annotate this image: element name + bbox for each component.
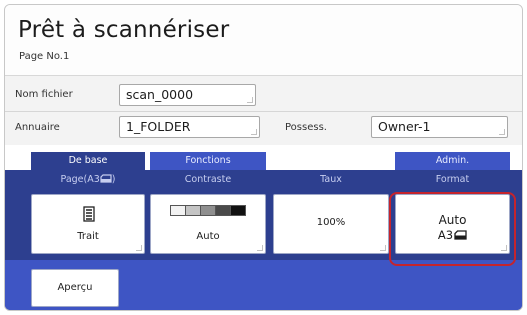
contrast-button[interactable]: Auto (150, 194, 266, 254)
ratio-header: Taux (320, 174, 342, 185)
page-size-text: Page(A3 (60, 174, 100, 185)
scan-info-form: Nom fichier scan_0000 Annuaire 1_FOLDER … (5, 75, 522, 145)
contrast-level-4 (215, 205, 231, 216)
page-title: Prêt à scannériser (18, 17, 230, 43)
image-mode-value: Trait (77, 231, 99, 242)
directory-value: 1_FOLDER (126, 119, 191, 134)
format-highlight-frame (389, 192, 516, 266)
contrast-level-3 (200, 205, 216, 216)
filename-label: Nom fichier (15, 89, 73, 100)
contrast-scale-icon (170, 205, 246, 216)
tab-de-base[interactable]: De base (31, 152, 145, 170)
ratio-button[interactable]: 100% (273, 194, 389, 254)
image-mode-button[interactable]: Trait (31, 194, 145, 254)
tab-bar: De base Fonctions Admin. (5, 145, 522, 170)
format-header: Format (435, 174, 470, 185)
preview-button[interactable]: Aperçu (31, 269, 119, 307)
resize-grip-icon (251, 129, 257, 135)
ratio-value: 100% (316, 217, 346, 228)
resize-grip-icon (499, 129, 505, 135)
contrast-value: Auto (196, 231, 220, 242)
filename-value: scan_0000 (126, 87, 194, 102)
resize-grip-icon (247, 97, 253, 103)
resize-grip-icon (257, 245, 263, 251)
filename-field[interactable]: scan_0000 (119, 84, 256, 106)
contrast-header: Contraste (184, 174, 232, 185)
header: Prêt à scannériser Page No.1 (5, 5, 522, 75)
paper-orientation-icon (100, 174, 112, 183)
owner-value: Owner-1 (378, 119, 431, 134)
directory-label: Annuaire (15, 122, 60, 133)
resize-grip-icon (136, 245, 142, 251)
owner-label: Possess. (285, 122, 327, 133)
tab-fonctions[interactable]: Fonctions (150, 152, 266, 170)
tab-admin[interactable]: Admin. (395, 152, 510, 170)
contrast-level-2 (185, 205, 201, 216)
document-icon (83, 206, 95, 222)
contrast-level-5 (230, 205, 246, 216)
row-divider (5, 111, 522, 112)
page-number: Page No.1 (19, 51, 70, 62)
directory-field[interactable]: 1_FOLDER (119, 116, 260, 138)
page-size-header: Page(A3) (60, 174, 116, 185)
resize-grip-icon (380, 245, 386, 251)
scanner-screen: Prêt à scannériser Page No.1 Nom fichier… (4, 4, 523, 311)
owner-field[interactable]: Owner-1 (371, 116, 508, 138)
contrast-level-1 (170, 205, 186, 216)
